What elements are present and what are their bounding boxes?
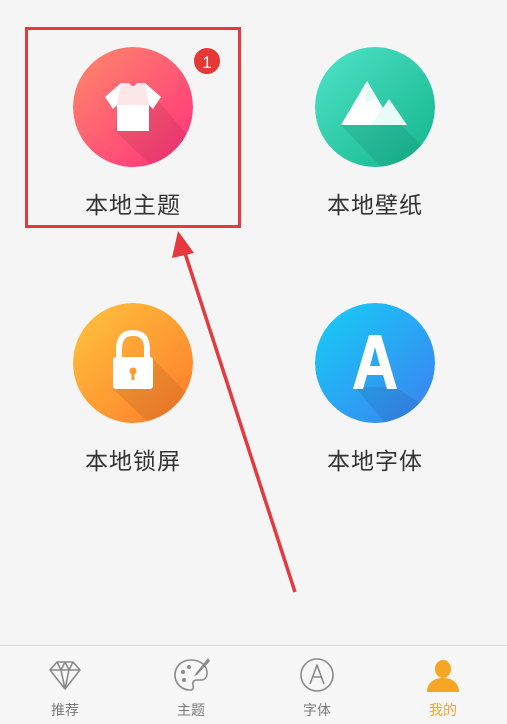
- tab-themes-label: 主题: [177, 703, 205, 719]
- user-icon: [424, 656, 462, 694]
- palette-icon: [172, 656, 210, 694]
- tab-mine-label: 我的: [429, 703, 457, 719]
- tab-themes[interactable]: 主题: [128, 646, 254, 724]
- tab-mine[interactable]: 我的: [380, 646, 506, 724]
- diamond-icon: [46, 656, 84, 694]
- tab-fonts-label: 字体: [303, 703, 331, 719]
- bottom-tab-bar: 推荐 主题 字体 我的: [0, 645, 507, 724]
- tab-recommend-label: 推荐: [51, 703, 79, 719]
- annotation-arrow: [172, 231, 297, 593]
- tab-recommend[interactable]: 推荐: [2, 646, 128, 724]
- font-circle-icon: [298, 656, 336, 694]
- tab-fonts[interactable]: 字体: [254, 646, 380, 724]
